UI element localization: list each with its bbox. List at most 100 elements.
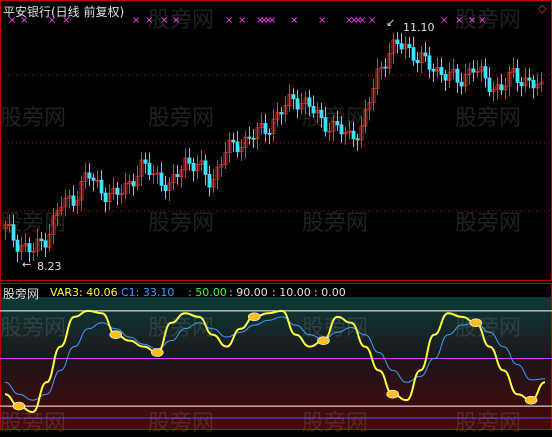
candle-body (71, 195, 76, 206)
candle-body (487, 77, 492, 92)
candle-body (483, 66, 488, 79)
candle-body (263, 123, 268, 134)
watermark: 股旁网 (148, 411, 215, 436)
watermark: 股旁网 (455, 106, 522, 131)
signal-marker: × (358, 15, 366, 26)
candle-body (191, 162, 196, 172)
level-10-legend: : 10.00 (272, 286, 311, 299)
candle-body (295, 98, 300, 110)
gold-ingot-icon (109, 330, 123, 340)
candle-body (423, 52, 428, 57)
watermark: 股旁网 (455, 411, 522, 436)
watermark: 股旁网 (148, 211, 215, 236)
candle-body (207, 174, 212, 188)
candle-body (431, 68, 436, 72)
signal-marker: × (268, 15, 276, 26)
candle-body (251, 137, 256, 140)
diamond-icon[interactable]: ◇ (538, 2, 546, 15)
price-frame (0, 0, 552, 281)
watermark: 股旁网 (302, 411, 369, 436)
candle-body (351, 130, 356, 140)
candle-body (231, 139, 236, 143)
candle-body (99, 179, 104, 194)
signal-marker: × (368, 15, 376, 26)
watermark: 股旁网 (0, 411, 67, 436)
candle-body (519, 82, 524, 87)
signal-marker: × (290, 15, 298, 26)
candle-body (247, 136, 252, 139)
c1-legend: C1: 33.10 (121, 286, 175, 299)
level-50-legend: : 50.00 (188, 286, 227, 299)
price-chart-panel: × × × × × × × × × × × × × × × × × × × × × × × × × 平安银行(日线 前复权) 1… (0, 0, 552, 281)
candle-body (131, 181, 136, 187)
candle-body (499, 84, 504, 91)
candle-body (203, 160, 208, 175)
candle-body (159, 172, 164, 186)
gold-ingot-icon (386, 389, 399, 399)
candle-body (459, 81, 464, 87)
candle-body (235, 141, 240, 153)
gold-ingot-icon (247, 312, 261, 322)
candle-body (407, 43, 412, 49)
var3-legend: VAR3: 40.06 (50, 286, 118, 299)
low-arrow-icon: ← (22, 258, 32, 271)
low-price-label: 8.23 (37, 260, 62, 273)
candle-body (147, 162, 152, 175)
indicator-name: 股旁网 (3, 287, 40, 301)
watermark: 股旁网 (148, 8, 215, 33)
level-90-legend: : 90.00 (229, 286, 268, 299)
candle-body (187, 157, 192, 164)
signal-marker: × (238, 15, 246, 26)
chart-title: 平安银行(日线 前复权) (3, 5, 125, 19)
candle-body (415, 59, 420, 64)
candle-body (267, 133, 272, 135)
high-price-label: 11.10 (403, 21, 435, 34)
candle-body (383, 66, 388, 69)
watermark: 股旁网 (455, 316, 522, 341)
watermark: 股旁网 (0, 106, 67, 131)
watermark: 股旁网 (455, 8, 522, 33)
candle-body (439, 67, 444, 75)
candle-body (355, 138, 360, 141)
signal-marker: × (318, 15, 326, 26)
candle-body (411, 47, 416, 61)
candle-body (115, 187, 120, 195)
candle-body (427, 55, 432, 70)
candle-body (515, 68, 520, 83)
candle-body (395, 39, 400, 45)
candle-body (291, 94, 296, 100)
price-chart: × × × × × × × × × × ×××× × × ×××× × × × × × (0, 0, 552, 281)
candle-body (91, 177, 96, 181)
watermark: 股旁网 (148, 106, 215, 131)
candle-body (15, 239, 20, 252)
gold-ingot-icon (524, 395, 538, 405)
signal-marker: × (225, 15, 233, 26)
candle-body (163, 184, 168, 191)
candle-body (27, 243, 32, 253)
candle-body (399, 43, 404, 50)
watermark: 股旁网 (455, 211, 522, 236)
candle-body (175, 174, 180, 178)
signal-marker: × (132, 15, 140, 26)
candle-body (531, 79, 536, 89)
watermark: 股旁网 (0, 316, 67, 341)
high-arrow-icon: ↙ (386, 16, 396, 29)
candle-body (143, 159, 148, 164)
gold-ingot-icon (151, 348, 164, 357)
watermark: 股旁网 (302, 106, 369, 131)
candle-body (455, 68, 460, 83)
watermark: 股旁网 (302, 316, 369, 341)
level-0-legend: : 0.00 (314, 286, 346, 299)
candle-body (43, 240, 48, 248)
watermark: 股旁网 (302, 211, 369, 236)
candle-body (471, 68, 476, 73)
candle-body (103, 192, 108, 203)
candle-body (87, 172, 92, 179)
candle-body (279, 112, 284, 115)
watermark: 股旁网 (148, 316, 215, 341)
watermark: 股旁网 (0, 211, 67, 236)
candle-body (527, 77, 532, 81)
signal-marker: × (440, 15, 448, 26)
candle-body (443, 74, 448, 81)
candle-body (39, 238, 44, 242)
